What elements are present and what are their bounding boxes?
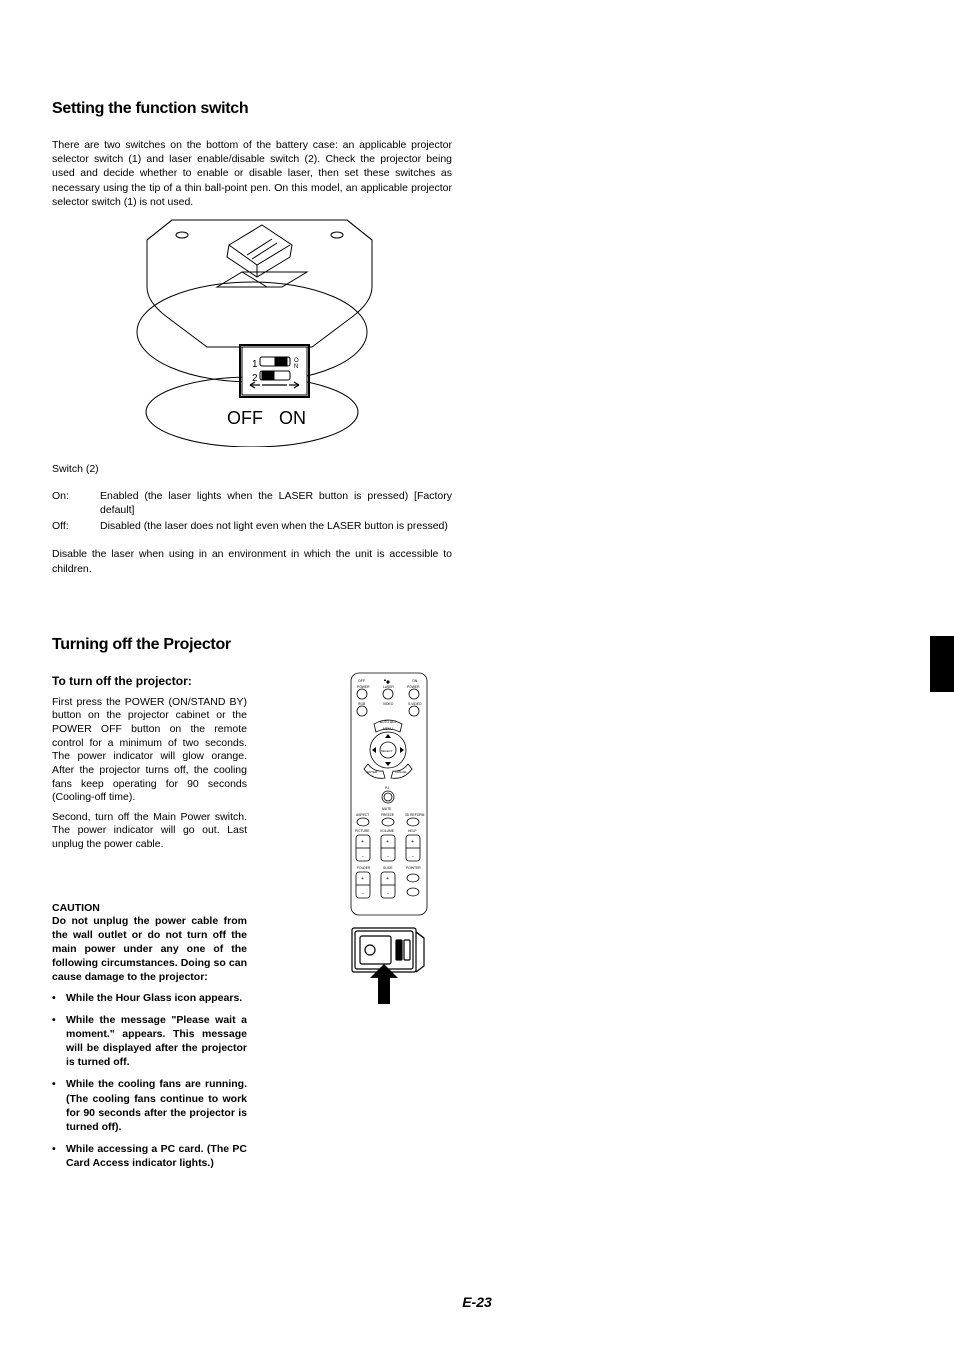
bullet-3: While the cooling fans are running. (The… bbox=[52, 1077, 247, 1134]
svg-text:PJ: PJ bbox=[385, 786, 389, 790]
on-key: On: bbox=[52, 489, 100, 517]
power-socket-diagram bbox=[350, 926, 428, 1006]
bullet-1: While the Hour Glass icon appears. bbox=[52, 991, 247, 1005]
intro-paragraph: There are two switches on the bottom of … bbox=[52, 138, 452, 209]
svg-text:S-VIDEO: S-VIDEO bbox=[408, 702, 422, 706]
svg-text:+: + bbox=[411, 839, 414, 845]
section-heading-2: Turning off the Projector bbox=[52, 636, 452, 654]
svg-text:-: - bbox=[387, 854, 389, 860]
svg-text:SLIDE: SLIDE bbox=[383, 866, 393, 870]
svg-text:-: - bbox=[362, 854, 364, 860]
page-tab bbox=[930, 636, 954, 692]
svg-text:ON: ON bbox=[412, 679, 418, 683]
svg-text:PICTURE: PICTURE bbox=[355, 829, 370, 833]
svg-text:HELP: HELP bbox=[408, 829, 417, 833]
on-value: Enabled (the laser lights when the LASER… bbox=[100, 489, 452, 517]
svg-text:CANCEL: CANCEL bbox=[395, 770, 408, 774]
svg-text:▲: ▲ bbox=[383, 677, 387, 682]
svg-text:MENU: MENU bbox=[383, 727, 393, 731]
svg-text:LASER: LASER bbox=[383, 685, 394, 689]
caution-text: Do not unplug the power cable from the w… bbox=[52, 914, 247, 985]
svg-text:N: N bbox=[294, 364, 298, 370]
svg-text:ENTER: ENTER bbox=[367, 770, 378, 774]
svg-text:ASPECT: ASPECT bbox=[356, 813, 369, 817]
section-heading-1: Setting the function switch bbox=[52, 100, 452, 118]
svg-text:VIDEO: VIDEO bbox=[383, 702, 394, 706]
svg-text:POWER: POWER bbox=[357, 685, 370, 689]
remote-bottom-diagram: 1 2 O N OFF ON bbox=[112, 217, 392, 447]
off-key: Off: bbox=[52, 519, 100, 533]
svg-text:POINTER: POINTER bbox=[406, 866, 421, 870]
svg-text:+: + bbox=[386, 839, 389, 845]
svg-text:ON: ON bbox=[279, 408, 306, 428]
svg-text:1: 1 bbox=[252, 359, 258, 370]
svg-text:+: + bbox=[361, 839, 364, 845]
svg-text:VOLUME: VOLUME bbox=[380, 829, 395, 833]
bullet-2: While the message "Please wait a moment.… bbox=[52, 1013, 247, 1070]
bullet-4: While accessing a PC card. (The PC Card … bbox=[52, 1142, 247, 1170]
svg-text:SELECT: SELECT bbox=[381, 749, 393, 753]
svg-text:3D REFORM: 3D REFORM bbox=[405, 813, 425, 817]
svg-text:FOLDER: FOLDER bbox=[357, 866, 371, 870]
svg-text:MUTE: MUTE bbox=[382, 807, 392, 811]
turnoff-para2: Second, turn off the Main Power switch. … bbox=[52, 811, 247, 852]
svg-text:-: - bbox=[387, 891, 389, 897]
svg-text:+: + bbox=[386, 876, 389, 882]
disable-note: Disable the laser when using in an envir… bbox=[52, 547, 452, 575]
svg-text:2: 2 bbox=[252, 373, 258, 384]
svg-text:-: - bbox=[412, 854, 414, 860]
svg-text:POWER: POWER bbox=[407, 685, 420, 689]
svg-text:OFF: OFF bbox=[227, 408, 263, 428]
caution-bullets: While the Hour Glass icon appears. While… bbox=[52, 991, 247, 1171]
turnoff-para1: First press the POWER (ON/STAND BY) butt… bbox=[52, 696, 247, 805]
switch-label: Switch (2) bbox=[52, 463, 452, 475]
svg-text:+: + bbox=[361, 876, 364, 882]
off-value: Disabled (the laser does not light even … bbox=[100, 519, 452, 533]
page-number: E-23 bbox=[0, 1294, 954, 1310]
svg-text:FREEZE: FREEZE bbox=[381, 813, 395, 817]
svg-text:-: - bbox=[362, 891, 364, 897]
switch-definitions: On: Enabled (the laser lights when the L… bbox=[52, 489, 452, 534]
remote-control-diagram: OFF ▲ ON POWER POWER LASER RGB VIDEO S-V… bbox=[350, 672, 428, 916]
svg-text:OFF: OFF bbox=[358, 679, 365, 683]
svg-text:RGB: RGB bbox=[358, 702, 366, 706]
